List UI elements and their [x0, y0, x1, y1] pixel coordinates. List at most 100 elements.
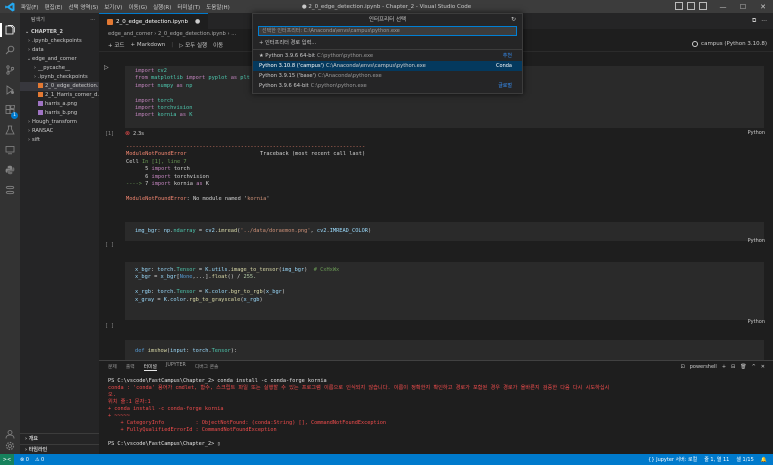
- panel-tab[interactable]: 출력: [126, 363, 135, 371]
- panel-tab[interactable]: 문제: [108, 363, 117, 371]
- tree-item[interactable]: › .ipynb_checkpoints: [20, 73, 99, 82]
- toggle-sidebar-icon[interactable]: [675, 2, 683, 10]
- explorer-icon[interactable]: [5, 25, 15, 35]
- terminal-shell-label[interactable]: powershell: [690, 364, 717, 370]
- interpreter-option[interactable]: Python 3.10.8 ('campus') C:\Anaconda\envs…: [253, 61, 522, 71]
- menu-item-4[interactable]: 이동(G): [125, 3, 150, 11]
- code-token: 255.: [243, 274, 257, 281]
- interpreter-option[interactable]: Python 3.9.15 ('base') C:\Anaconda\python…: [253, 71, 522, 81]
- panel-tab[interactable]: 터미널: [143, 363, 157, 371]
- code-token: import: [135, 68, 158, 74]
- menu-item-5[interactable]: 실행(R): [150, 3, 174, 11]
- interpreter-option[interactable]: + 인터프리터 경로 입력...: [253, 38, 522, 48]
- interpreter-option[interactable]: ★ Python 3.9.6 64-bit C:\python\python.ex…: [253, 51, 522, 61]
- kernel-picker[interactable]: campus (Python 3.10.8): [692, 41, 767, 47]
- code-token: ModuleNotFoundError: [126, 195, 187, 202]
- tree-item[interactable]: harris_a.png: [20, 100, 99, 109]
- panel-tab[interactable]: 디버그 콘솔: [195, 363, 219, 371]
- warnings-count[interactable]: ⚠ 0: [35, 457, 44, 463]
- code-cell[interactable]: x_bgr: torch.Tensor = K.utils.image_to_t…: [125, 262, 764, 320]
- outline-section[interactable]: › 개요: [20, 433, 99, 443]
- run-all-button[interactable]: ▷ 모두 실행: [179, 41, 207, 49]
- minimize-button[interactable]: —: [713, 0, 733, 13]
- tree-item[interactable]: 2_1_Harris_corner_d...: [20, 91, 99, 100]
- add-markdown-button[interactable]: + Markdown: [130, 42, 165, 48]
- run-cell-icon[interactable]: ▷: [104, 64, 112, 72]
- tree-item[interactable]: › __pycache__: [20, 64, 99, 73]
- remote-explorer-icon[interactable]: [5, 145, 15, 155]
- split-editor-icon[interactable]: ⧉: [752, 17, 756, 25]
- workspace-section[interactable]: ⌄ CHAPTER_2: [20, 27, 99, 37]
- code-token: import: [151, 173, 174, 180]
- toggle-secondary-sidebar-icon[interactable]: [699, 2, 707, 10]
- refresh-icon[interactable]: ↻: [511, 14, 516, 26]
- explorer-more-icon[interactable]: ···: [90, 13, 95, 27]
- code-token: import: [135, 97, 158, 104]
- terminal-line: 위치 줄:1 문자:1: [108, 399, 151, 405]
- jupyter-icon[interactable]: [5, 185, 15, 195]
- cell-language[interactable]: Python: [748, 130, 765, 136]
- code-cell[interactable]: def imshow(input: torch.Tensor):: [125, 340, 764, 360]
- panel-tab[interactable]: JUPYTER: [166, 363, 186, 371]
- split-terminal-icon[interactable]: ⊟: [731, 364, 735, 370]
- more-actions-icon[interactable]: ···: [761, 18, 767, 25]
- run-debug-icon[interactable]: [5, 85, 15, 95]
- tree-item[interactable]: › RANSAC: [20, 127, 99, 136]
- tree-item[interactable]: 2_0_edge_detection....: [20, 82, 99, 91]
- new-terminal-icon[interactable]: +: [722, 364, 726, 370]
- add-code-button[interactable]: + 코드: [108, 41, 124, 49]
- move-button[interactable]: 이동: [213, 41, 223, 49]
- code-token: cv2: [157, 68, 167, 74]
- cursor-position[interactable]: 줄 1, 열 11: [704, 456, 729, 463]
- cell-status: ⊗ 2.3s: [125, 130, 144, 137]
- tree-item[interactable]: › data: [20, 46, 99, 55]
- menu-item-2[interactable]: 선택 영역(S): [65, 3, 101, 11]
- unsaved-dot-icon[interactable]: ●: [195, 18, 200, 25]
- kill-terminal-icon[interactable]: 🗑: [740, 364, 746, 370]
- menu-item-3[interactable]: 보기(V): [101, 3, 125, 11]
- menu-item-6[interactable]: 터미널(T): [174, 3, 203, 11]
- menu-item-7[interactable]: 도움말(H): [203, 3, 233, 11]
- layout-controls: [675, 2, 707, 10]
- code-token: x_bgr: [160, 274, 177, 281]
- window-controls: — ☐ ✕: [713, 0, 773, 13]
- cell-position[interactable]: 셀 1/15: [736, 456, 753, 463]
- accounts-icon[interactable]: [5, 429, 15, 439]
- cell-language[interactable]: Python: [748, 319, 765, 325]
- search-icon[interactable]: [5, 45, 15, 55]
- code-token: K: [189, 112, 193, 119]
- settings-gear-icon[interactable]: [5, 441, 15, 451]
- cell-language[interactable]: Python: [748, 238, 765, 244]
- tree-item[interactable]: ⌄edge_and_corner: [20, 55, 99, 64]
- notifications-icon[interactable]: 🔔: [761, 457, 767, 463]
- source-control-icon[interactable]: [5, 65, 15, 75]
- tree-item[interactable]: › Hough_transform: [20, 118, 99, 127]
- code-token: Tensor: [211, 348, 231, 354]
- code-cell[interactable]: img_bgr: np.ndarray = cv2.imread('../dat…: [125, 222, 764, 241]
- tree-item[interactable]: › sift: [20, 136, 99, 145]
- interpreter-search-input[interactable]: [258, 26, 517, 36]
- python-icon[interactable]: [5, 165, 15, 175]
- terminal-line: PS C:\vscode\FastCampus\Chapter_2> ▯: [108, 441, 221, 447]
- timeline-section[interactable]: › 타임라인: [20, 444, 99, 454]
- tab-edge-detection[interactable]: 2_0_edge_detection.ipynb ●: [99, 13, 209, 29]
- tree-item[interactable]: harris_b.png: [20, 109, 99, 118]
- toggle-panel-icon[interactable]: [687, 2, 695, 10]
- maximize-button[interactable]: ☐: [733, 0, 753, 13]
- code-token: import: [135, 112, 158, 119]
- menu-item-1[interactable]: 편집(E): [42, 3, 66, 11]
- tree-item[interactable]: › .ipynb_checkpoints: [20, 37, 99, 46]
- errors-count[interactable]: ⊗ 0: [20, 457, 29, 463]
- remote-indicator-icon[interactable]: ><: [0, 454, 14, 465]
- close-panel-icon[interactable]: ✕: [761, 364, 765, 370]
- terminal-output[interactable]: PS C:\vscode\FastCampus\Chapter_2> conda…: [99, 373, 773, 448]
- interpreter-option[interactable]: Python 3.9.6 64-bit C:\python\python.exe 글…: [253, 81, 522, 91]
- interpreter-tag: Conda: [496, 63, 512, 69]
- close-window-button[interactable]: ✕: [753, 0, 773, 13]
- terminal-line: PS C:\vscode\FastCampus\Chapter_2> conda…: [108, 378, 327, 384]
- jupyter-server-status[interactable]: {} Jupyter 서버: 로컬: [648, 456, 697, 463]
- maximize-panel-icon[interactable]: ^: [752, 364, 756, 370]
- testing-icon[interactable]: [5, 125, 15, 135]
- menu-item-0[interactable]: 파일(F): [18, 3, 42, 11]
- execution-count: [ ]: [105, 242, 115, 248]
